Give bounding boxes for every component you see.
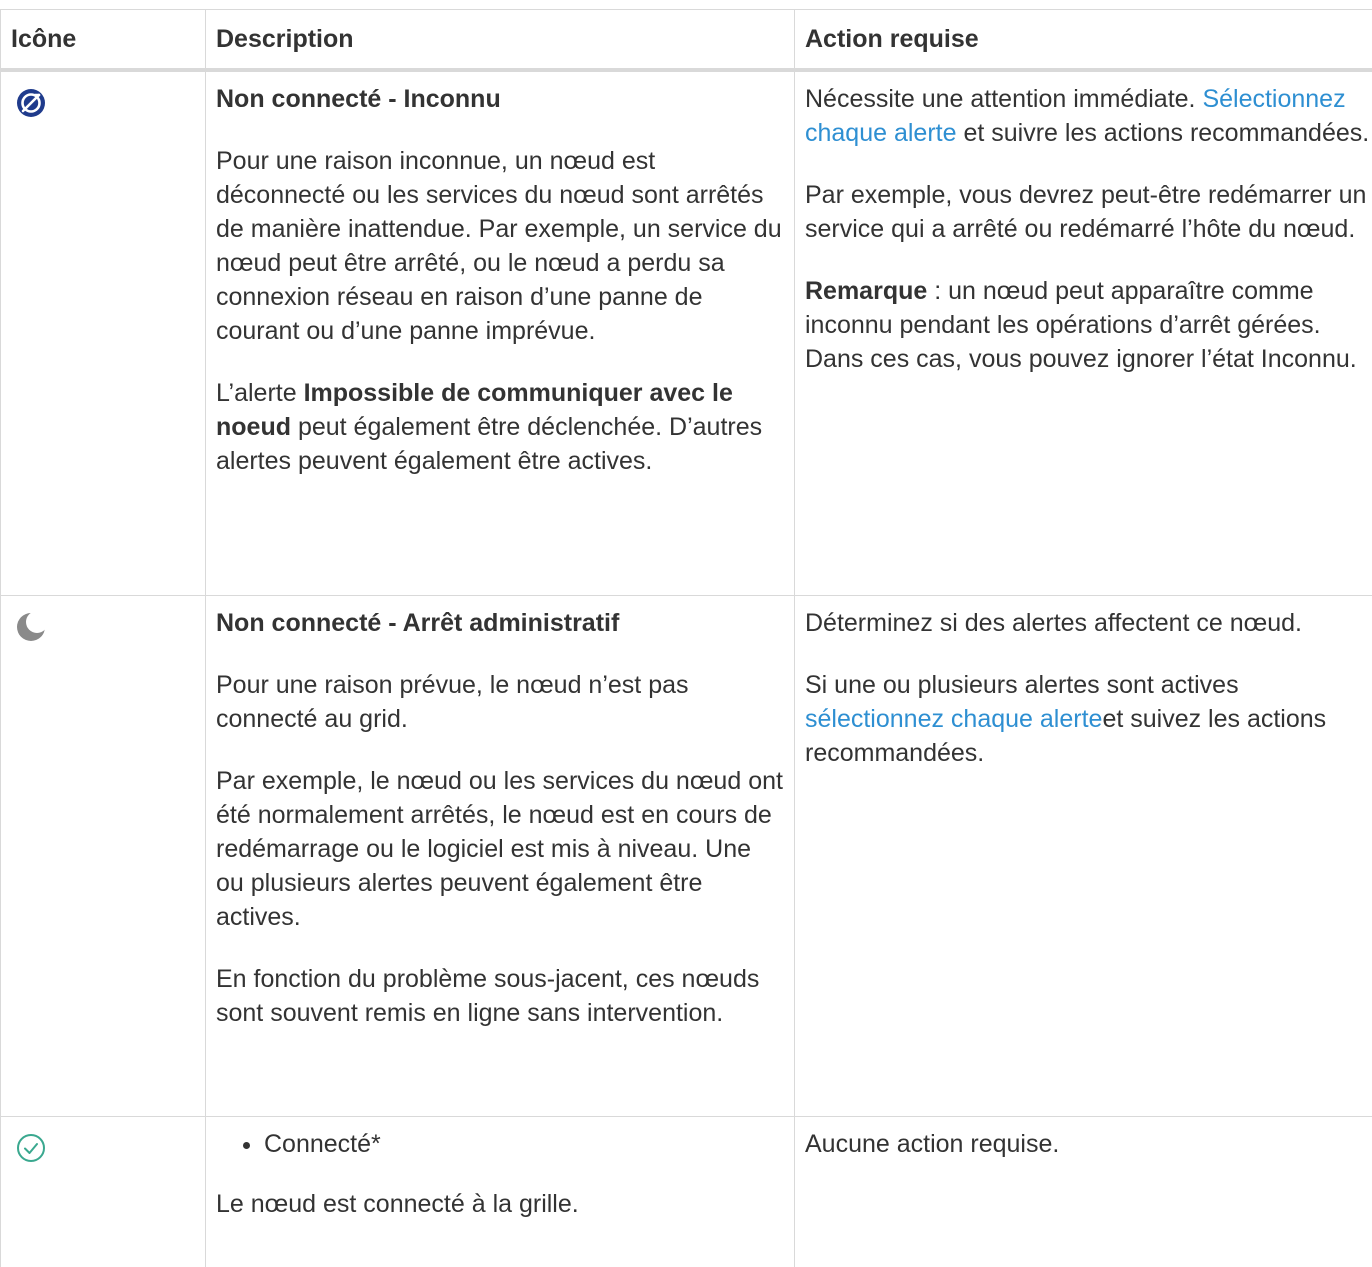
text-fragment: Nécessite une attention immédiate. [805,85,1202,113]
header-action: Action requise [795,10,1372,71]
status-title: Non connecté - Inconnu [216,82,784,116]
status-bullet: Connecté* [264,1127,784,1161]
description-paragraph: Par exemple, le nœud ou les services du … [216,764,784,934]
check-circle-icon [16,1133,46,1163]
icon-cell [1,1117,206,1267]
description-paragraph: Le nœud est connecté à la grille. [216,1187,784,1221]
description-paragraph: L’alerte Impossible de communiquer avec … [216,376,784,478]
action-paragraph: Aucune action requise. [805,1127,1371,1161]
select-alert-link[interactable]: sélectionnez chaque alerte [805,705,1102,733]
description-cell: Non connecté - Arrêt administratif Pour … [206,596,795,1117]
description-cell: Non connecté - Inconnu Pour une raison i… [206,70,795,596]
unknown-disconnected-icon [16,88,46,118]
table-header-row: Icône Description Action requise [1,10,1372,71]
action-paragraph: Nécessite une attention immédiate. Sélec… [805,82,1371,150]
note-label: Remarque [805,277,927,305]
icon-cell [1,596,206,1117]
text-fragment: et suivre les actions recommandées. [957,119,1370,147]
action-paragraph: Déterminez si des alertes affectent ce n… [805,606,1371,640]
text-fragment: L’alerte [216,379,304,407]
table-row: Connecté* Le nœud est connecté à la gril… [1,1117,1372,1267]
action-cell: Nécessite une attention immédiate. Sélec… [795,70,1372,596]
table-row: Non connecté - Arrêt administratif Pour … [1,596,1372,1117]
text-fragment: peut également être déclenchée. D’autres… [216,413,762,475]
description-paragraph: En fonction du problème sous-jacent, ces… [216,962,784,1030]
status-bullet-list: Connecté* [216,1127,784,1161]
action-cell: Aucune action requise. [795,1117,1372,1267]
description-paragraph: Pour une raison prévue, le nœud n’est pa… [216,668,784,736]
action-paragraph: Par exemple, vous devrez peut-être redém… [805,178,1371,246]
node-status-table: Icône Description Action requise Non con… [0,9,1372,1267]
action-note: Remarque : un nœud peut apparaître comme… [805,274,1371,376]
action-cell: Déterminez si des alertes affectent ce n… [795,596,1372,1117]
text-fragment: Si une ou plusieurs alertes sont actives [805,671,1239,699]
table-row: Non connecté - Inconnu Pour une raison i… [1,70,1372,596]
action-paragraph: Si une ou plusieurs alertes sont actives… [805,668,1371,770]
status-title: Non connecté - Arrêt administratif [216,606,784,640]
description-paragraph: Pour une raison inconnue, un nœud est dé… [216,144,784,348]
icon-cell [1,70,206,596]
moon-icon [16,612,46,642]
header-description: Description [206,10,795,71]
description-cell: Connecté* Le nœud est connecté à la gril… [206,1117,795,1267]
header-icon: Icône [1,10,206,71]
